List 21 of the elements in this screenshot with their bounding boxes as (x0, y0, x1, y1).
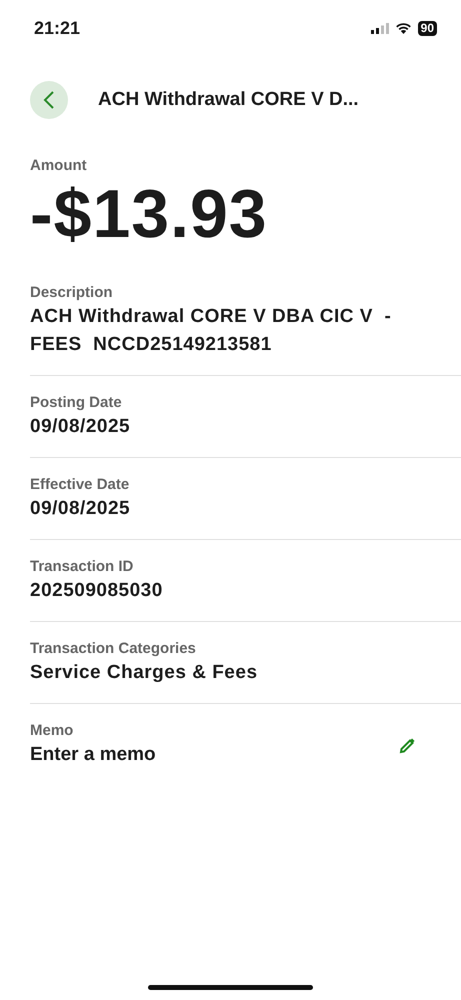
chevron-left-icon (43, 91, 55, 109)
field-value: 09/08/2025 (30, 415, 130, 439)
wifi-icon (394, 22, 412, 34)
field-value: ACH Withdrawal CORE V DBA CIC V - FEES NCCD25149213581 (30, 305, 392, 357)
amount-value: -$13.93 (30, 175, 269, 254)
field-label: Effective Date (30, 476, 130, 493)
field-value: Service Charges & Fees (30, 661, 258, 685)
field-value: 09/08/2025 (30, 497, 130, 521)
status-time: 21:21 (34, 18, 80, 38)
signal-icon (370, 22, 389, 34)
field-label: Transaction ID (30, 558, 134, 575)
field-label: Transaction Categories (30, 640, 197, 657)
field-value: 202509085030 (30, 579, 163, 603)
field-label: Memo (30, 722, 74, 739)
field-label: Description (30, 284, 114, 301)
back-button[interactable] (30, 81, 68, 119)
field-label: Amount (30, 157, 88, 174)
battery-indicator: 90 (418, 20, 437, 36)
page-title: ACH Withdrawal CORE V D... (98, 89, 359, 111)
field-label: Posting Date (30, 394, 123, 411)
pencil-icon[interactable] (398, 736, 416, 754)
